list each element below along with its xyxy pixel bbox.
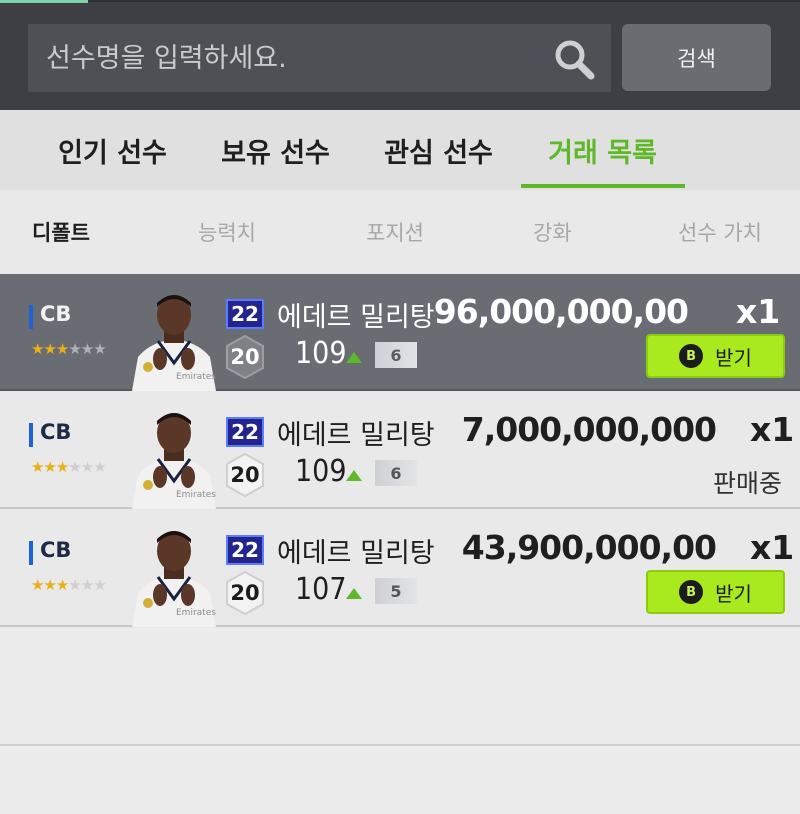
top-divider xyxy=(88,0,800,2)
up-arrow-icon xyxy=(346,588,362,599)
skill-stars: ★★★★★★ xyxy=(31,458,107,476)
svg-text:Emirates: Emirates xyxy=(176,372,216,382)
claim-button[interactable]: B 받기 xyxy=(646,334,785,378)
season-badge: 22 xyxy=(226,535,264,565)
player-name[interactable]: 에데르 밀리탕 xyxy=(277,413,435,452)
sort-position[interactable]: 포지션 xyxy=(366,190,424,274)
overall-value: 20 xyxy=(230,463,260,487)
empty-list-area xyxy=(0,628,800,814)
quantity: x1 xyxy=(736,292,781,331)
player-rating: 109 xyxy=(295,454,347,489)
player-rating: 109 xyxy=(295,336,347,371)
search-icon[interactable] xyxy=(551,36,597,82)
sort-player-value[interactable]: 선수 가치 xyxy=(678,190,762,274)
player-name[interactable]: 에데르 밀리탕 xyxy=(277,531,435,570)
player-portrait: Emirates xyxy=(128,293,220,391)
player-tabs: 인기 선수 보유 선수 관심 선수 거래 목록 xyxy=(0,110,800,190)
sort-options: 디폴트 능력치 포지션 강화 선수 가치 xyxy=(0,190,800,274)
tab-owned-players[interactable]: 보유 선수 xyxy=(203,110,348,190)
quantity: x1 xyxy=(750,410,795,449)
sort-ability[interactable]: 능력치 xyxy=(198,190,256,274)
upgrade-level-badge: 6 xyxy=(375,460,417,486)
up-arrow-icon xyxy=(346,470,362,481)
tab-trade-list[interactable]: 거래 목록 xyxy=(530,110,675,190)
claim-label: 받기 xyxy=(715,581,752,606)
search-header: 검색 xyxy=(0,0,800,110)
tab-favorite-players[interactable]: 관심 선수 xyxy=(366,110,511,190)
claim-button[interactable]: B 받기 xyxy=(646,570,785,614)
upgrade-level-badge: 5 xyxy=(375,578,417,604)
player-portrait: Emirates xyxy=(128,529,220,627)
trade-list-row[interactable]: CB ★★★★★★ Emirates 22 에데르 밀리탕 20 109 6 9… xyxy=(0,274,800,391)
tab-popular-players[interactable]: 인기 선수 xyxy=(40,110,185,190)
quantity: x1 xyxy=(750,528,795,567)
overall-value: 20 xyxy=(230,345,260,369)
skill-stars: ★★★★★★ xyxy=(31,340,107,358)
svg-text:Emirates: Emirates xyxy=(176,490,216,500)
player-position: CB xyxy=(40,302,72,326)
player-portrait: Emirates xyxy=(128,411,220,509)
position-marker xyxy=(29,305,33,329)
search-input[interactable] xyxy=(46,24,526,92)
player-price: 7,000,000,000 xyxy=(461,410,717,449)
bp-coin-icon: B xyxy=(679,580,704,604)
sort-default[interactable]: 디폴트 xyxy=(32,190,90,274)
svg-text:Emirates: Emirates xyxy=(176,608,216,618)
season-badge: 22 xyxy=(226,417,264,447)
transfer-list-screen: 검색 인기 선수 보유 선수 관심 선수 거래 목록 디폴트 능력치 포지션 강… xyxy=(0,0,800,814)
overall-value: 20 xyxy=(230,581,260,605)
player-position: CB xyxy=(40,420,72,444)
trade-list-row[interactable]: CB ★★★★★★ Emirates 22 에데르 밀리탕 20 109 6 7… xyxy=(0,392,800,509)
trade-list-row[interactable]: CB ★★★★★★ Emirates 22 에데르 밀리탕 20 107 5 4… xyxy=(0,510,800,627)
row-divider xyxy=(0,744,800,746)
bp-coin-icon: B xyxy=(679,344,704,368)
on-sale-status: 판매중 xyxy=(712,469,782,498)
player-price: 43,900,000,00 xyxy=(461,528,717,567)
top-progress-accent xyxy=(0,0,88,3)
season-badge: 22 xyxy=(226,299,264,329)
player-name[interactable]: 에데르 밀리탕 xyxy=(277,295,435,334)
search-button[interactable]: 검색 xyxy=(622,24,771,91)
claim-label: 받기 xyxy=(715,345,752,370)
upgrade-level-badge: 6 xyxy=(375,342,417,368)
active-tab-indicator xyxy=(521,184,685,188)
sort-upgrade[interactable]: 강화 xyxy=(533,190,572,274)
position-marker xyxy=(29,541,33,565)
player-position: CB xyxy=(40,538,72,562)
search-box[interactable] xyxy=(28,24,611,92)
player-rating: 107 xyxy=(295,572,347,607)
up-arrow-icon xyxy=(346,352,362,363)
position-marker xyxy=(29,423,33,447)
player-price: 96,000,000,00 xyxy=(433,292,689,331)
skill-stars: ★★★★★★ xyxy=(31,576,107,594)
